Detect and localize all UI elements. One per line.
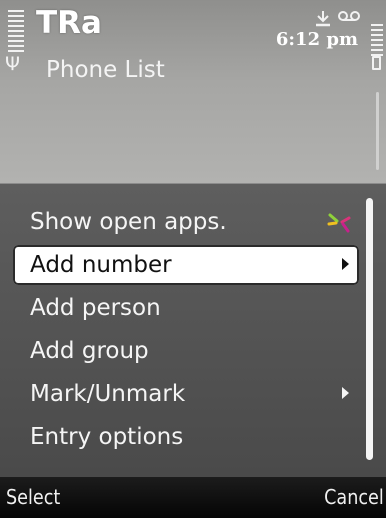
menu-item-label: Add group [30, 338, 149, 364]
menu-scrollbar[interactable] [366, 198, 373, 460]
status-indicators [316, 11, 360, 27]
page-subtitle: Phone List [46, 57, 165, 83]
clock-time: 6:12 pm [275, 29, 358, 50]
submenu-arrow-icon [342, 387, 349, 399]
antenna-icon: Ψ [5, 53, 20, 75]
app-title: TRa [36, 5, 102, 41]
menu-item-label: Add person [30, 295, 161, 321]
menu-item-add-group[interactable]: Add group [13, 331, 359, 371]
menu-item-add-number[interactable]: Add number [13, 245, 359, 285]
menu-item-label: Mark/Unmark [30, 381, 186, 407]
battery-level-icon [371, 24, 383, 56]
menu-item-label: Add number [30, 252, 172, 278]
submenu-arrow-icon [342, 258, 349, 270]
voicemail-icon [338, 11, 360, 21]
menu-item-label: Show open apps. [30, 209, 227, 235]
select-softkey[interactable]: Select [6, 485, 60, 509]
signal-strength-icon [8, 10, 24, 52]
menu-item-label: Entry options [30, 424, 184, 450]
status-area: Ψ TRa Phone List 6:12 pm [0, 0, 386, 183]
options-menu: Show open apps. Add number Add person Ad… [0, 183, 386, 477]
battery-icon [372, 56, 381, 70]
menu-item-add-person[interactable]: Add person [13, 288, 359, 328]
download-icon [316, 11, 330, 27]
menu-item-entry-options[interactable]: Entry options [13, 417, 359, 457]
menu-item-mark-unmark[interactable]: Mark/Unmark [13, 374, 359, 414]
softkey-bar: Select Cancel [0, 477, 386, 518]
app-switcher-icon [327, 213, 351, 233]
menu-item-show-open-apps[interactable]: Show open apps. [13, 202, 359, 242]
cancel-softkey[interactable]: Cancel [324, 485, 384, 509]
background-scrollbar [376, 92, 379, 170]
